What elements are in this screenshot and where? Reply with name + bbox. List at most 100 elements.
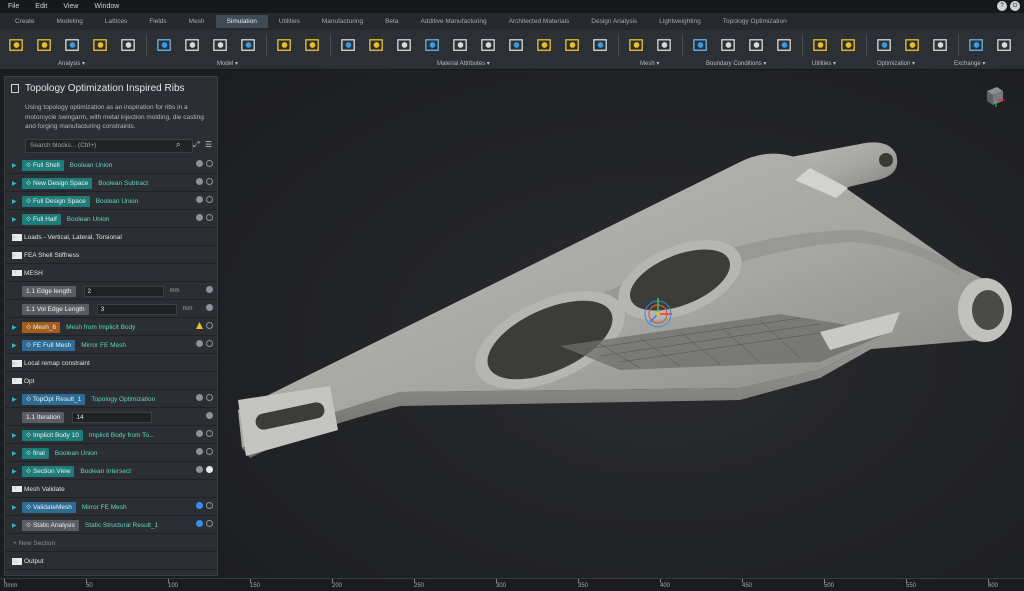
load-arrows-icon[interactable] [690, 35, 711, 56]
status-icon[interactable] [206, 394, 213, 401]
solid-mesh-icon[interactable] [154, 35, 175, 56]
block-name[interactable]: ⟐ Full Shell [22, 159, 64, 171]
smooth-icon[interactable] [930, 35, 951, 56]
block-name[interactable]: ⟐ Section View [22, 465, 75, 477]
panel-row-new-design-space[interactable]: ▶ ⟐ New Design Space Boolean Subtract [5, 175, 217, 192]
material-2-icon[interactable] [366, 35, 387, 56]
panel-row-topopt-result-1[interactable]: ▶ ⟐ TopOpt Result_1 Topology Optimization [5, 391, 217, 408]
group-analysis[interactable]: Analysis ▾ [58, 60, 85, 67]
material-8-icon[interactable] [534, 35, 555, 56]
export-b-icon[interactable] [994, 35, 1015, 56]
status-icon[interactable] [206, 214, 213, 221]
tab-create[interactable]: Create [4, 15, 46, 28]
status-icon[interactable] [206, 178, 213, 185]
chevron-right-icon[interactable]: ▶ [12, 251, 22, 259]
tab-additive-manufacturing[interactable]: Additive Manufacturing [409, 15, 497, 28]
menu-file[interactable]: File [0, 3, 27, 10]
expand-arrow-icon[interactable]: ▶ [12, 198, 22, 205]
block-name[interactable]: ⟐ Full Half [22, 213, 61, 225]
expand-arrow-icon[interactable]: ▶ [12, 522, 22, 529]
panel-row-mesh-validate[interactable]: ▼ Mesh Validate [5, 481, 217, 498]
fastener-icon[interactable] [274, 35, 295, 56]
expand-icon[interactable]: ⤢ [193, 140, 199, 150]
chevron-right-icon[interactable]: ▶ [12, 233, 22, 241]
material-4-icon[interactable] [422, 35, 443, 56]
status-icon[interactable] [206, 502, 213, 509]
status-icon[interactable] [196, 520, 203, 527]
block-name[interactable]: ⟐ New Design Space [22, 177, 93, 189]
panel-row-vol-edge-length[interactable]: 1.1 Vol Edge Length 3 mm [5, 301, 217, 318]
status-icon[interactable] [196, 214, 203, 221]
status-icon[interactable] [206, 160, 213, 167]
export-a-icon[interactable] [966, 35, 987, 56]
simulation-icon[interactable] [118, 35, 139, 56]
3d-viewport[interactable] [220, 70, 1024, 578]
expand-arrow-icon[interactable]: ▶ [12, 468, 22, 475]
expand-arrow-icon[interactable]: ▶ [12, 180, 22, 187]
status-icon[interactable] [206, 448, 213, 455]
status-icon[interactable] [206, 430, 213, 437]
gear-icon[interactable]: ⚙ [12, 557, 22, 565]
beam-icon[interactable] [210, 35, 231, 56]
expand-arrow-icon[interactable]: ▶ [12, 162, 22, 169]
view-cube-icon[interactable] [984, 85, 1006, 107]
status-icon[interactable] [196, 394, 203, 401]
panel-row-final[interactable]: ▶ ⟐ final Boolean Union [5, 445, 217, 462]
mesh-a-icon[interactable] [626, 35, 647, 56]
status-icon[interactable] [196, 178, 203, 185]
panel-row-fe-full-mesh[interactable]: ▶ ⟐ FE Full Mesh Mirror FE Mesh [5, 337, 217, 354]
status-icon[interactable] [196, 322, 203, 329]
swingarm-model[interactable] [220, 70, 1024, 578]
block-name[interactable]: ⟐ Mesh_6 [22, 321, 61, 333]
tab-simulation[interactable]: Simulation [215, 15, 268, 28]
constraint-icon[interactable] [62, 35, 83, 56]
tab-beta[interactable]: Beta [374, 15, 409, 28]
group-exchange[interactable]: Exchange ▾ [954, 60, 985, 67]
group-optimization[interactable]: Optimization ▾ [877, 60, 915, 67]
panel-row-edge-length[interactable]: 1.1 Edge length 2 mm [5, 283, 217, 300]
frame-icon[interactable] [238, 35, 259, 56]
tab-fields[interactable]: Fields [138, 15, 177, 28]
status-icon[interactable] [206, 340, 213, 347]
expand-arrow-icon[interactable]: ▶ [12, 396, 22, 403]
tab-mesh[interactable]: Mesh [178, 15, 216, 28]
list-icon[interactable]: ☰ [205, 140, 212, 149]
point-icon[interactable] [774, 35, 795, 56]
block-name[interactable]: ⟐ final [22, 447, 49, 459]
status-icon[interactable] [196, 160, 203, 167]
panel-row-validatemesh[interactable]: ▶ ⟐ ValidateMesh Mirror FE Mesh [5, 499, 217, 516]
material-1-icon[interactable] [338, 35, 359, 56]
panel-row-section-view[interactable]: ▶ ⟐ Section View Boolean Intersect [5, 463, 217, 480]
expand-arrow-icon[interactable]: ▶ [12, 216, 22, 223]
status-icon[interactable] [206, 520, 213, 527]
boundary-icon[interactable] [34, 35, 55, 56]
group-model[interactable]: Model ▾ [217, 60, 238, 67]
input-value[interactable]: 2 [83, 285, 164, 297]
tab-modeling[interactable]: Modeling [46, 15, 94, 28]
tab-utilities[interactable]: Utilities [268, 15, 311, 28]
power-icon[interactable]: ⏻ [1010, 1, 1020, 11]
chevron-down-icon[interactable]: ▼ [12, 378, 22, 384]
tab-lattices[interactable]: Lattices [94, 15, 138, 28]
status-icon[interactable] [196, 502, 203, 509]
group-mesh[interactable]: Mesh ▾ [640, 60, 659, 67]
panel-row-local-remap-constraint[interactable]: ▶ Local remap constraint [5, 355, 217, 372]
tab-architected-materials[interactable]: Architected Materials [498, 15, 581, 28]
panel-row-full-design-space[interactable]: ▶ ⟐ Full Design Space Boolean Union [5, 193, 217, 210]
panel-row-loads-vertical-lateral-torsional[interactable]: ▶ Loads - Vertical, Lateral, Torsional [5, 229, 217, 246]
material-5-icon[interactable] [450, 35, 471, 56]
status-icon[interactable] [206, 412, 213, 419]
menu-view[interactable]: View [55, 3, 86, 10]
input-value[interactable]: 14 [72, 411, 153, 423]
panel-row-iteration[interactable]: 1.1 Iteration 14 [5, 409, 217, 426]
status-icon[interactable] [206, 286, 213, 293]
force-icon[interactable] [90, 35, 111, 56]
expand-arrow-icon[interactable]: ▶ [12, 342, 22, 349]
optimize-icon[interactable] [874, 35, 895, 56]
material-10-icon[interactable] [590, 35, 611, 56]
expand-arrow-icon[interactable]: ▶ [12, 432, 22, 439]
block-name[interactable]: ⟐ Static Analysis [22, 519, 79, 531]
panel-row-mesh-6[interactable]: ▶ ⟐ Mesh_6 Mesh from Implicit Body [5, 319, 217, 336]
shell-icon[interactable] [182, 35, 203, 56]
chevron-down-icon[interactable]: ▼ [12, 486, 22, 492]
